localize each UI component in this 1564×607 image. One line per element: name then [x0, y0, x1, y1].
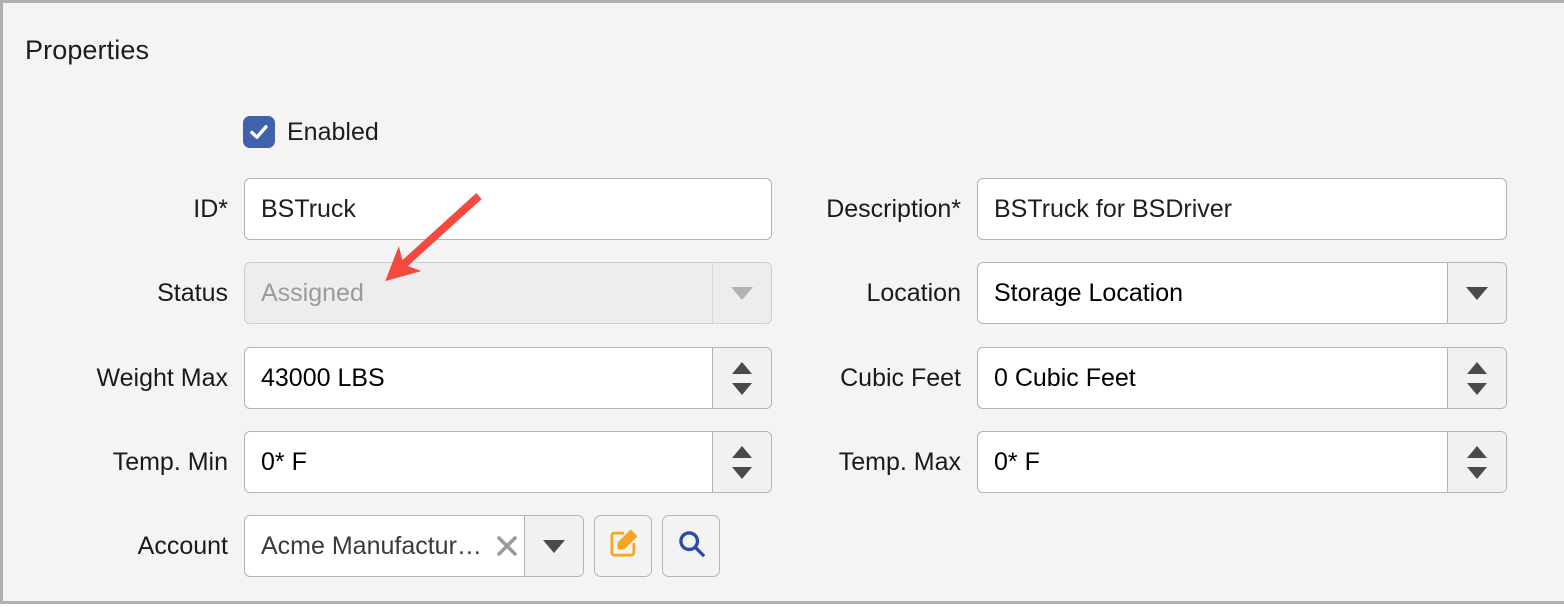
description-input[interactable]: BSTruck for BSDriver — [977, 178, 1507, 240]
search-icon — [676, 528, 707, 564]
field-row-description: Description* BSTruck for BSDriver — [738, 178, 1564, 240]
field-row-location: Location Storage Location — [738, 262, 1564, 324]
status-field-wrap: Assigned — [244, 262, 772, 324]
account-field-wrap: Acme Manufactur… — [244, 515, 720, 577]
chevron-down-icon — [543, 540, 565, 553]
temp-min-stepper[interactable]: 0* F — [244, 431, 772, 493]
description-field-wrap: BSTruck for BSDriver — [977, 178, 1507, 240]
field-row-id: ID* BSTruck — [3, 178, 773, 240]
status-dropdown[interactable]: Assigned — [244, 262, 772, 324]
cubic-feet-value: 0 Cubic Feet — [978, 348, 1447, 408]
description-label: Description* — [738, 195, 961, 224]
account-label: Account — [3, 532, 228, 561]
cubic-feet-spinner-buttons[interactable] — [1447, 348, 1506, 408]
chevron-down-icon[interactable] — [1467, 383, 1487, 395]
edit-square-icon — [608, 528, 639, 564]
check-icon — [248, 121, 270, 143]
enabled-checkbox-row[interactable]: Enabled — [243, 116, 379, 148]
temp-min-value: 0* F — [245, 432, 712, 492]
field-row-temp-min: Temp. Min 0* F — [3, 431, 773, 493]
field-row-status: Status Assigned — [3, 262, 773, 324]
field-row-temp-max: Temp. Max 0* F — [738, 431, 1564, 493]
weight-max-field-wrap: 43000 LBS — [244, 347, 772, 409]
temp-max-stepper[interactable]: 0* F — [977, 431, 1507, 493]
location-field-wrap: Storage Location — [977, 262, 1507, 324]
enabled-checkbox[interactable] — [243, 116, 275, 148]
account-search-button[interactable] — [662, 515, 720, 577]
weight-max-label: Weight Max — [3, 364, 228, 393]
weight-max-value: 43000 LBS — [245, 348, 712, 408]
page-title: Properties — [25, 35, 149, 66]
enabled-label: Enabled — [287, 118, 379, 147]
cubic-feet-field-wrap: 0 Cubic Feet — [977, 347, 1507, 409]
close-x-icon[interactable] — [492, 531, 522, 561]
location-dropdown[interactable]: Storage Location — [977, 262, 1507, 324]
id-field-wrap: BSTruck — [244, 178, 772, 240]
status-label: Status — [3, 279, 228, 308]
temp-max-label: Temp. Max — [738, 448, 961, 477]
chevron-down-icon[interactable] — [1467, 467, 1487, 479]
location-dropdown-button[interactable] — [1447, 263, 1506, 323]
status-value: Assigned — [245, 263, 712, 323]
cubic-feet-stepper[interactable]: 0 Cubic Feet — [977, 347, 1507, 409]
chevron-up-icon[interactable] — [1467, 362, 1487, 374]
location-label: Location — [738, 279, 961, 308]
id-label: ID* — [3, 195, 228, 224]
account-edit-button[interactable] — [594, 515, 652, 577]
temp-max-spinner-buttons[interactable] — [1447, 432, 1506, 492]
temp-min-label: Temp. Min — [3, 448, 228, 477]
account-lookup[interactable]: Acme Manufactur… — [244, 515, 584, 577]
chevron-up-icon[interactable] — [1467, 446, 1487, 458]
location-value: Storage Location — [978, 263, 1447, 323]
field-row-account: Account Acme Manufactur… — [3, 515, 773, 577]
account-dropdown-button[interactable] — [524, 516, 583, 576]
weight-max-stepper[interactable]: 43000 LBS — [244, 347, 772, 409]
temp-min-field-wrap: 0* F — [244, 431, 772, 493]
temp-max-value: 0* F — [978, 432, 1447, 492]
properties-panel: Properties Enabled ID* BSTruck Descripti… — [0, 0, 1564, 604]
id-input[interactable]: BSTruck — [244, 178, 772, 240]
account-value-area[interactable]: Acme Manufactur… — [245, 516, 524, 576]
temp-max-field-wrap: 0* F — [977, 431, 1507, 493]
field-row-cubic-feet: Cubic Feet 0 Cubic Feet — [738, 347, 1564, 409]
field-row-weight-max: Weight Max 43000 LBS — [3, 347, 773, 409]
chevron-down-icon — [1466, 287, 1488, 300]
cubic-feet-label: Cubic Feet — [738, 364, 961, 393]
account-value: Acme Manufactur… — [261, 532, 482, 561]
